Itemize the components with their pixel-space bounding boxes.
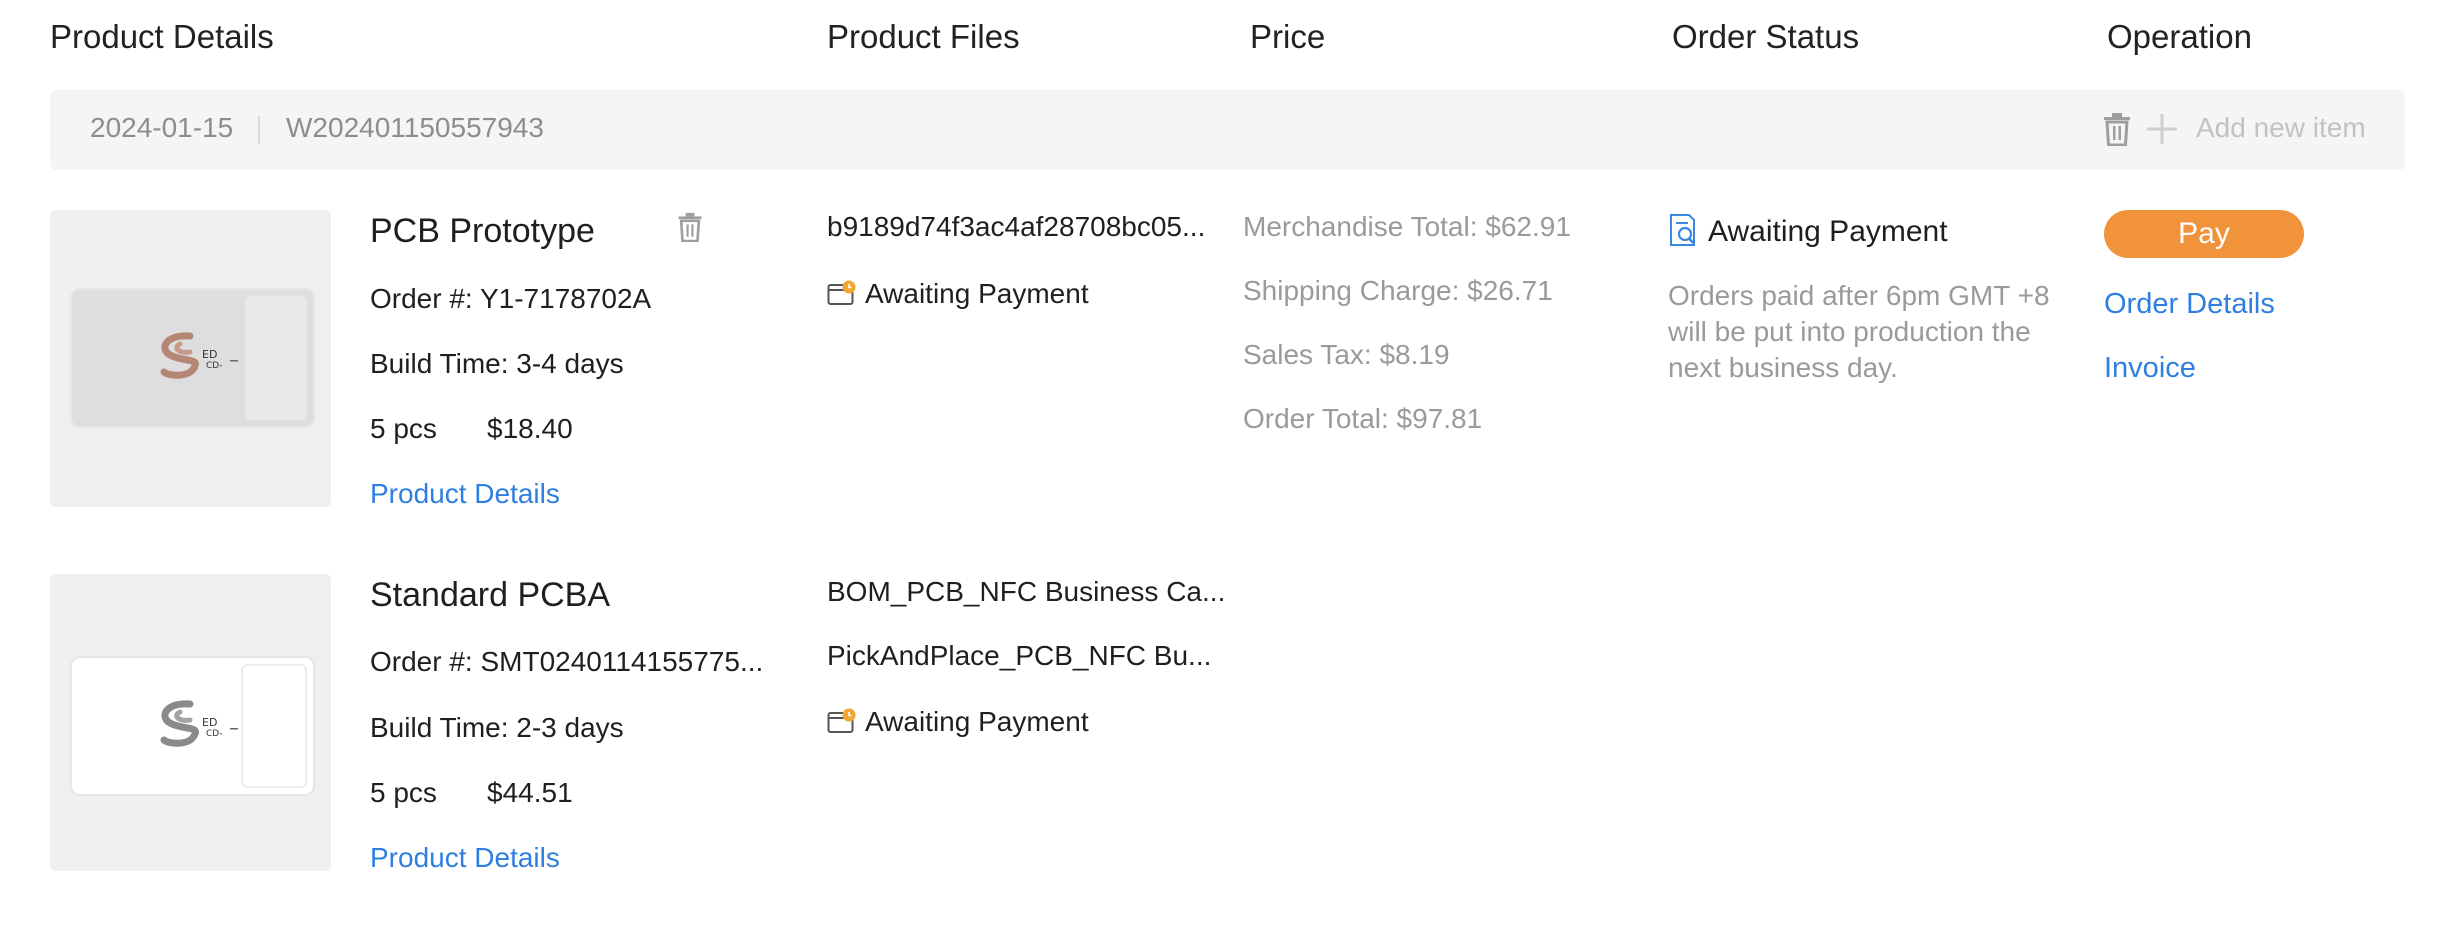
product-file-name[interactable]: BOM_PCB_NFC Business Ca...: [827, 576, 1227, 608]
document-search-icon: [1668, 213, 1700, 247]
product-thumbnail[interactable]: ED CD-: [50, 210, 331, 507]
file-status: Awaiting Payment: [827, 278, 1089, 310]
product-details-link[interactable]: Product Details: [370, 478, 560, 510]
invoice-link[interactable]: Invoice: [2104, 352, 2196, 385]
item-price: $44.51: [487, 777, 573, 808]
file-status-label: Awaiting Payment: [865, 278, 1089, 309]
product-file-name[interactable]: b9189d74f3ac4af28708bc05...: [827, 211, 1217, 243]
product-file-name[interactable]: PickAndPlace_PCB_NFC Bu...: [827, 640, 1222, 672]
header-product-files: Product Files: [827, 18, 1020, 55]
divider: [258, 116, 260, 144]
order-status: Awaiting Payment: [1668, 213, 1948, 249]
order-total: Order Total: $97.81: [1243, 403, 1483, 434]
pay-button[interactable]: Pay: [2104, 210, 2304, 258]
header-product-details: Product Details: [50, 18, 274, 55]
svg-text:CD-: CD-: [206, 729, 222, 739]
merchandise-total: Merchandise Total: $62.91: [1243, 211, 1571, 242]
quantity: 5 pcs: [370, 777, 437, 808]
shipping-charge: Shipping Charge: $26.71: [1243, 275, 1553, 306]
delete-item-trash-icon[interactable]: [676, 212, 704, 242]
add-new-item-button[interactable]: Add new item: [2196, 112, 2366, 144]
file-status: Awaiting Payment: [827, 706, 1089, 738]
swirl-logo-icon: ED CD-: [160, 332, 238, 379]
order-number: Order #: Y1-7178702A: [370, 283, 652, 314]
order-group-bar: 2024-01-15 W202401150557943 Add new item: [50, 90, 2405, 170]
product-details-link[interactable]: Product Details: [370, 842, 560, 874]
svg-text:CD-: CD-: [206, 361, 222, 371]
header-price: Price: [1250, 18, 1326, 55]
product-thumbnail[interactable]: ED CD-: [50, 574, 331, 871]
order-number: Order #: SMT0240114155775...: [370, 646, 764, 677]
order-details-link[interactable]: Order Details: [2104, 288, 2275, 321]
order-date: 2024-01-15: [90, 112, 234, 143]
item-price: $18.40: [487, 413, 573, 444]
file-status-label: Awaiting Payment: [865, 706, 1089, 737]
svg-text:ED: ED: [202, 348, 217, 361]
order-status-label: Awaiting Payment: [1708, 215, 1948, 248]
wallet-clock-icon: [827, 279, 857, 307]
build-time: Build Time: 3-4 days: [370, 348, 624, 379]
header-order-status: Order Status: [1672, 18, 1860, 55]
delete-group-trash-icon[interactable]: [2102, 112, 2132, 146]
wallet-clock-icon: [827, 707, 857, 735]
build-time: Build Time: 2-3 days: [370, 712, 624, 743]
sales-tax: Sales Tax: $8.19: [1243, 339, 1450, 370]
pcba-board-image: ED CD-: [70, 656, 315, 796]
pcb-board-image: ED CD-: [70, 288, 315, 428]
plus-icon[interactable]: [2145, 112, 2179, 146]
quantity: 5 pcs: [370, 413, 437, 444]
order-id: W202401150557943: [286, 112, 544, 143]
swirl-logo-icon: ED CD-: [160, 700, 238, 747]
product-title: PCB Prototype: [370, 212, 595, 250]
svg-text:ED: ED: [202, 716, 217, 729]
production-note: Orders paid after 6pm GMT +8 will be put…: [1668, 280, 2050, 383]
product-title: Standard PCBA: [370, 576, 611, 614]
header-operation: Operation: [2107, 18, 2252, 55]
